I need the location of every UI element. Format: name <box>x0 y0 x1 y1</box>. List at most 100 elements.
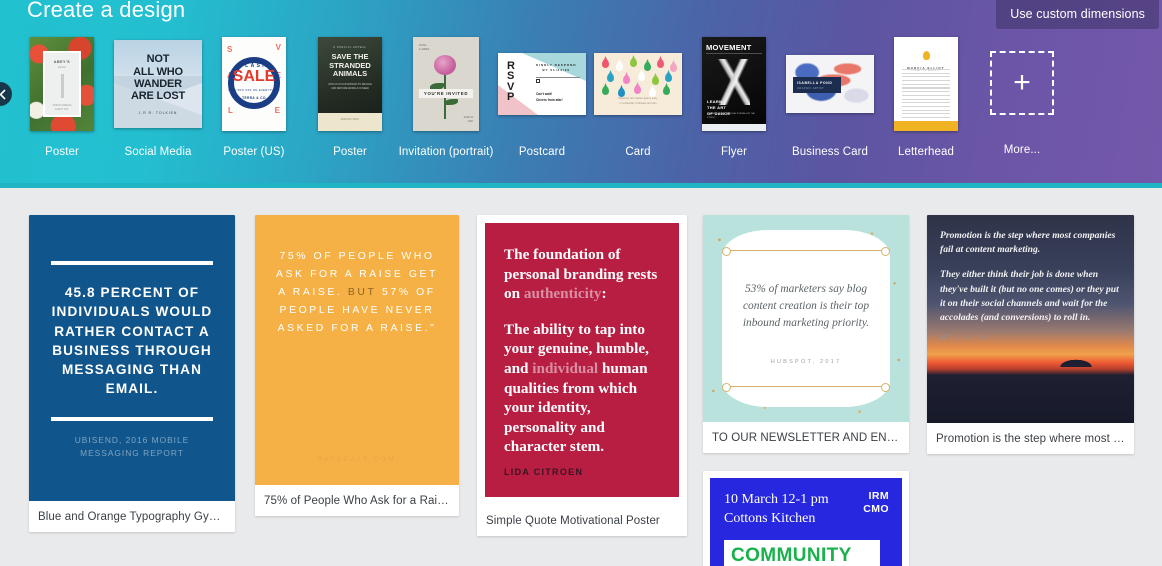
design-type-invitation[interactable]: FIONA & JAMES YOU'RE INVITED JUNE 12 2020 … <box>398 33 494 158</box>
thumb-bcard-name: ISABELLA POND <box>797 81 833 85</box>
design-type-thumbnail: MOVEMENT LEARN THE ART OF DANCE CLASSES … <box>686 33 782 135</box>
divider-rule-top <box>51 261 213 265</box>
thumb-line: ALL WHO <box>133 65 183 78</box>
design-type-label: Postcard <box>518 146 566 158</box>
badge-line-1: IRM <box>868 490 889 502</box>
design-type-more[interactable]: + More... <box>974 33 1070 156</box>
chevron-left-icon <box>0 88 6 100</box>
design-card-raise-poster[interactable]: 75% OF PEOPLE WHO ASK FOR A RAISE GET A … <box>255 215 459 516</box>
design-card-paragraph-1: The foundation of personal branding rest… <box>504 245 660 304</box>
design-card-author: LIDA CITROEN <box>504 467 584 477</box>
design-type-business-card[interactable]: ISABELLA POND GRAPHIC ARTIST Business Ca… <box>782 33 878 158</box>
plus-icon[interactable]: + <box>990 51 1054 115</box>
design-card-gym-poster[interactable]: 45.8 PERCENT OF INDIVIDUALS WOULD RATHER… <box>29 215 235 532</box>
social-media-mountains-thumb-icon: NOT ALL WHO WANDER ARE LOST J.R.R. TOLKI… <box>114 40 202 128</box>
designs-grid[interactable]: 45.8 PERCENT OF INDIVIDUALS WOULD RATHER… <box>0 188 1162 566</box>
design-card-quote: 45.8 PERCENT OF INDIVIDUALS WOULD RATHER… <box>51 285 213 397</box>
design-card-community-event[interactable]: 10 March 12-1 pm Cottons Kitchen IRM CMO… <box>703 471 909 566</box>
design-card-promotion[interactable]: Promotion is the step where most compani… <box>927 215 1134 454</box>
thumb-flyer-body: CLASSES EVERY WEEKDAY EVENING AT THE STU… <box>707 113 755 119</box>
para1-b: : <box>601 285 607 303</box>
design-card-preview: The foundation of personal branding rest… <box>477 215 687 505</box>
design-card-quote: 53% of marketers say blog content creati… <box>742 283 870 330</box>
design-type-thumbnail: MARCIA ELLIOT CREATIVE AGENCY <box>878 33 974 135</box>
thumb-foot: DONATE TODAY <box>340 118 360 121</box>
design-card-paragraph-1: Promotion is the step where most compani… <box>940 230 1116 256</box>
rsvp-postcard-thumb-icon: R S V P KINDLY RESPOND BY 01/24/20 Can't… <box>498 53 586 115</box>
design-type-thumbnail: R S V P KINDLY RESPOND BY 01/24/20 Can't… <box>494 33 590 135</box>
ornament-rule-bottom-icon <box>722 381 890 395</box>
design-type-card[interactable]: Watching rain makes quite a story on a M… <box>590 33 686 158</box>
design-type-social-media[interactable]: NOT ALL WHO WANDER ARE LOST J.R.R. TOLKI… <box>110 33 206 158</box>
horizon-ridge <box>927 355 1134 367</box>
design-card-preview: 45.8 PERCENT OF INDIVIDUALS WOULD RATHER… <box>29 215 235 501</box>
design-card-source: PAYSCALE.COM <box>317 456 397 463</box>
design-type-label: Business Card <box>791 146 869 158</box>
ornament-rule-top-icon <box>722 246 890 259</box>
thumb-headline: ANIMALS <box>332 69 368 79</box>
design-card-newsletter[interactable]: 53% of marketers say blog content creati… <box>703 215 909 453</box>
design-card-preview: Promotion is the step where most compani… <box>927 215 1134 423</box>
thumb-brand-text: TERRA & CO <box>242 96 266 100</box>
thumb-eyebrow: A SPECIAL APPEAL <box>333 46 367 49</box>
design-type-label: Poster <box>45 146 79 158</box>
save-stranded-animals-thumb-icon: A SPECIAL APPEAL SAVE THE STRANDED ANIMA… <box>318 37 382 131</box>
poster-salad-thumb-icon: ABEY'S kitchen FRESH GREENS EVERY DAY <box>30 37 94 131</box>
event-badge: IRM CMO <box>863 490 889 516</box>
design-type-thumbnail: ABEY'S kitchen FRESH GREENS EVERY DAY <box>14 33 110 135</box>
design-card-caption: TO OUR NEWSLETTER AND ENJOY <box>712 432 909 444</box>
design-type-flyer[interactable]: MOVEMENT LEARN THE ART OF DANCE CLASSES … <box>686 33 782 158</box>
thumb-credit: J.R.R. TOLKIEN <box>138 110 178 115</box>
design-type-label: Flyer <box>720 146 748 158</box>
design-type-thumbnail: SV AE LE FLASH SALE SAVE 50% OFF ON EVER… <box>206 33 302 135</box>
design-card-motivational-poster[interactable]: The foundation of personal branding rest… <box>477 215 687 536</box>
thumb-rsvp-letter: P <box>507 91 515 104</box>
letterhead-thumb-icon: MARCIA ELLIOT CREATIVE AGENCY <box>894 37 958 131</box>
design-type-label: Poster (US) <box>223 146 285 158</box>
thumb-sale-text: SALE <box>232 68 276 85</box>
design-type-thumbnail: NOT ALL WHO WANDER ARE LOST J.R.R. TOLKI… <box>110 33 206 135</box>
para1-emphasis: authenticity <box>523 285 602 303</box>
design-card-preview: 75% OF PEOPLE WHO ASK FOR A RAISE GET A … <box>255 215 459 485</box>
thumb-band-text: YOU'RE INVITED <box>419 89 473 98</box>
design-card-source: HUBSPOT, 2017 <box>770 359 842 365</box>
design-type-carousel[interactable]: ABEY'S kitchen FRESH GREENS EVERY DAY Pos… <box>14 33 1162 158</box>
design-type-thumbnail: A SPECIAL APPEAL SAVE THE STRANDED ANIMA… <box>302 33 398 135</box>
design-card-caption: Blue and Orange Typography Gym P... <box>38 511 235 523</box>
thumb-card-text: on a Monday of flowers and rain <box>619 101 657 105</box>
carousel-prev-arrow-icon[interactable] <box>0 82 12 106</box>
design-card-preview: 53% of marketers say blog content creati… <box>703 215 909 422</box>
raindrop-card-thumb-icon: Watching rain makes quite a story on a M… <box>594 53 682 115</box>
flash-sale-thumb-icon: SV AE LE FLASH SALE SAVE 50% OFF ON EVER… <box>222 37 286 131</box>
design-card-source: UBISEND, 2016 MOBILE MESSAGING REPORT <box>74 434 190 458</box>
design-type-poster-salad[interactable]: ABEY'S kitchen FRESH GREENS EVERY DAY Pos… <box>14 33 110 158</box>
design-type-thumbnail: + <box>974 33 1070 133</box>
design-type-poster-us[interactable]: SV AE LE FLASH SALE SAVE 50% OFF ON EVER… <box>206 33 302 158</box>
design-type-label: Invitation (portrait) <box>398 146 494 158</box>
design-type-letterhead[interactable]: MARCIA ELLIOT CREATIVE AGENCY Letterhead <box>878 33 974 158</box>
design-type-label: Social Media <box>124 146 192 158</box>
design-type-label: Letterhead <box>898 146 954 158</box>
design-type-postcard[interactable]: R S V P KINDLY RESPOND BY 01/24/20 Can't… <box>494 33 590 158</box>
thumb-body: JOIN US IN OUR MISSION TO RESCUE AND REH… <box>328 83 372 91</box>
thumb-kindly: BY 01/24/20 <box>542 68 571 73</box>
thumb-line: NOT <box>146 53 170 66</box>
design-type-thumbnail: ISABELLA POND GRAPHIC ARTIST <box>782 33 878 135</box>
design-card-line-2: BUT <box>347 286 377 298</box>
divider-rule-bottom <box>51 416 213 421</box>
design-card-caption: Promotion is the step where most co... <box>936 433 1134 445</box>
para2-emphasis: individual <box>532 360 599 378</box>
design-card-caption: Simple Quote Motivational Poster <box>486 515 660 527</box>
design-card-caption: 75% of People Who Ask for a Raise G... <box>264 495 459 507</box>
event-title-plate: COMMUNITY <box>724 540 880 566</box>
thumb-flyer-title: MOVEMENT <box>706 43 752 52</box>
design-type-poster-animals[interactable]: A SPECIAL APPEAL SAVE THE STRANDED ANIMA… <box>302 33 398 158</box>
page-title: Create a design <box>27 0 186 22</box>
event-title: COMMUNITY <box>731 545 852 566</box>
design-type-thumbnail: Watching rain makes quite a story on a M… <box>590 33 686 135</box>
use-custom-dimensions-button[interactable]: Use custom dimensions <box>996 0 1159 29</box>
thumb-note: Cheers from afar! <box>536 98 563 103</box>
design-type-label: More... <box>1003 144 1041 156</box>
business-card-swirl-thumb-icon: ISABELLA POND GRAPHIC ARTIST <box>786 55 874 113</box>
invitation-rose-thumb-icon: FIONA & JAMES YOU'RE INVITED JUNE 12 2020 <box>413 37 479 131</box>
